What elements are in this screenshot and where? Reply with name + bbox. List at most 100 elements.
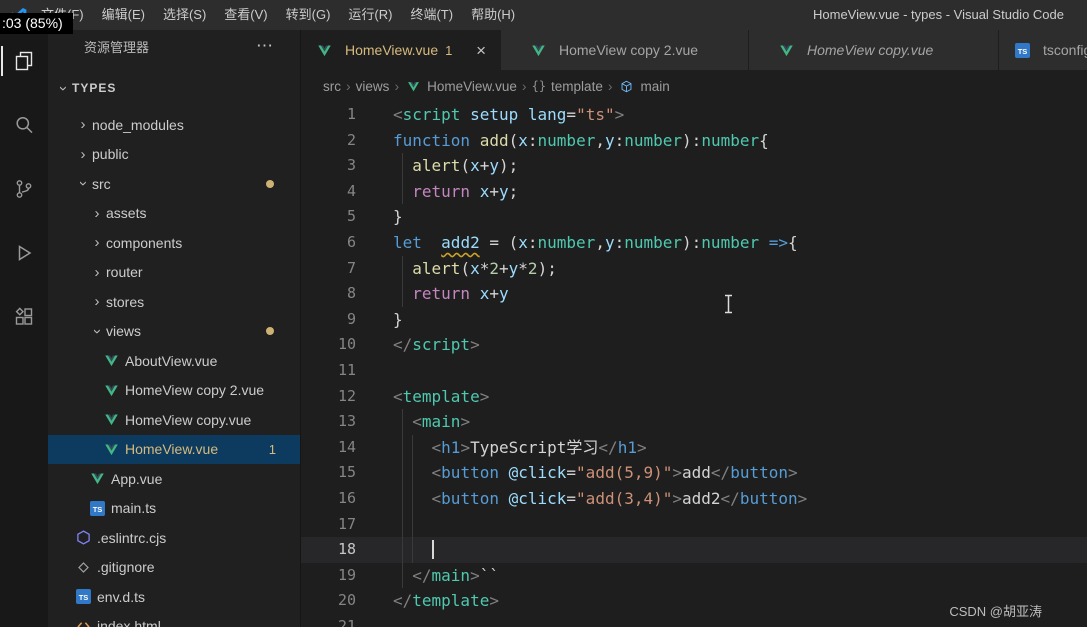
indent-guide xyxy=(402,255,403,307)
recording-timer-overlay: :03 (85%) xyxy=(0,13,73,34)
breadcrumb-separator: › xyxy=(521,78,527,94)
code-line-6[interactable]: 6 let add2 = (x:number,y:number):number =… xyxy=(301,230,1087,256)
code-line-14[interactable]: 14 <h1>TypeScript学习</h1> xyxy=(301,435,1087,461)
line-number: 5 xyxy=(346,207,356,226)
code-line-11[interactable]: 11 xyxy=(301,358,1087,384)
code-line-19[interactable]: 19 </main>`` xyxy=(301,563,1087,589)
code-lines: 1 <script setup lang="ts"> 2 function add(x… xyxy=(301,102,1087,627)
code-line-16[interactable]: 16 <button @click="add(3,4)">add2</butto… xyxy=(301,486,1087,512)
tree-item-views[interactable]: views xyxy=(48,317,300,347)
tree-item-label: stores xyxy=(106,293,145,310)
code-line-4[interactable]: 4 return x+y; xyxy=(301,179,1087,205)
line-number: 13 xyxy=(337,412,356,431)
tree-item-main.ts[interactable]: TS main.ts xyxy=(48,494,300,524)
tree-item-node_modules[interactable]: node_modules xyxy=(48,110,300,140)
search-icon[interactable] xyxy=(1,102,47,148)
mouse-cursor-ibeam xyxy=(723,294,734,319)
tree-item-router[interactable]: router xyxy=(48,258,300,288)
code-line-7[interactable]: 7 alert(x*2+y*2); xyxy=(301,256,1087,282)
tree-item-assets[interactable]: assets xyxy=(48,199,300,229)
breadcrumb-views[interactable]: views xyxy=(356,79,390,94)
section-label: TYPES xyxy=(72,81,117,95)
tab-HomeView copy 2.vue[interactable]: HomeView copy 2.vue xyxy=(501,30,749,70)
close-icon[interactable]: × xyxy=(476,42,486,59)
breadcrumb-template[interactable]: {} template xyxy=(532,79,603,94)
explorer-sidebar: 资源管理器 ⋯ TYPES node_modulespublic src asset… xyxy=(48,30,300,627)
breadcrumb-src[interactable]: src xyxy=(323,79,341,94)
menu-item-7[interactable]: 帮助(H) xyxy=(462,0,524,30)
code-line-8[interactable]: 8 return x+y xyxy=(301,281,1087,307)
menu-item-5[interactable]: 运行(R) xyxy=(339,0,401,30)
code-line-5[interactable]: 5} xyxy=(301,204,1087,230)
breadcrumb-separator: › xyxy=(607,78,613,94)
tab-bar: HomeView.vue 1 × HomeView copy 2.vue HomeVie… xyxy=(301,30,1087,70)
breadcrumb: src › views › HomeView.vue ›{} template › main xyxy=(301,70,1087,102)
tree-item-AboutView.vue[interactable]: AboutView.vue xyxy=(48,346,300,376)
text-caret xyxy=(431,540,434,560)
menu-item-1[interactable]: 编辑(E) xyxy=(93,0,154,30)
source-control-icon[interactable] xyxy=(1,166,47,212)
tree-item-public[interactable]: public xyxy=(48,140,300,170)
chevron-right-icon xyxy=(88,205,106,222)
tree-item-components[interactable]: components xyxy=(48,228,300,258)
code-line-18[interactable]: 18 xyxy=(301,537,1087,563)
code-line-3[interactable]: 3 alert(x+y); xyxy=(301,153,1087,179)
menu-item-2[interactable]: 选择(S) xyxy=(154,0,215,30)
tree-item-label: .eslintrc.cjs xyxy=(97,529,167,546)
tree-item-src[interactable]: src xyxy=(48,169,300,199)
line-number: 20 xyxy=(337,591,356,610)
tab-label: tsconfig.json xyxy=(1043,42,1087,58)
menu-item-3[interactable]: 查看(V) xyxy=(215,0,276,30)
code-line-13[interactable]: 13 <main> xyxy=(301,409,1087,435)
tab-HomeView.vue[interactable]: HomeView.vue 1 × xyxy=(301,30,501,70)
line-content xyxy=(356,537,434,563)
tree-item-App.vue[interactable]: App.vue xyxy=(48,464,300,494)
explorer-icon[interactable] xyxy=(1,38,47,84)
chevron-right-icon xyxy=(88,234,106,251)
code-editor[interactable]: 1 <script setup lang="ts"> 2 function add(x… xyxy=(301,102,1087,627)
menu-item-6[interactable]: 终端(T) xyxy=(401,0,462,30)
tree-item-index.html[interactable]: index.html xyxy=(48,612,300,627)
vue-icon xyxy=(404,78,422,94)
line-number: 11 xyxy=(337,360,356,379)
line-content: <main> xyxy=(412,412,471,432)
extensions-icon[interactable] xyxy=(1,294,47,340)
code-line-15[interactable]: 15 <button @click="add(5,9)">add</button… xyxy=(301,460,1087,486)
line-content xyxy=(356,358,393,384)
line-content: alert(x*2+y*2); xyxy=(412,258,557,278)
code-line-1[interactable]: 1 <script setup lang="ts"> xyxy=(301,102,1087,128)
menu-item-4[interactable]: 转到(G) xyxy=(277,0,340,30)
code-line-12[interactable]: 12 <template> xyxy=(301,384,1087,410)
code-line-17[interactable]: 17 xyxy=(301,512,1087,538)
vue-file-icon xyxy=(88,471,106,487)
chevron-down-icon xyxy=(54,80,72,97)
more-actions-icon[interactable]: ⋯ xyxy=(256,36,274,56)
chevron-right-icon xyxy=(88,293,106,310)
breadcrumb-label: template xyxy=(551,78,603,94)
tree-item-stores[interactable]: stores xyxy=(48,287,300,317)
tree-item-.eslintrc.cjs[interactable]: .eslintrc.cjs xyxy=(48,523,300,553)
tree-item-.gitignore[interactable]: .gitignore xyxy=(48,553,300,583)
tree-item-HomeView copy 2.vue[interactable]: HomeView copy 2.vue xyxy=(48,376,300,406)
line-number: 8 xyxy=(346,284,356,303)
tree-item-HomeView.vue[interactable]: HomeView.vue 1 xyxy=(48,434,300,464)
tree-item-HomeView copy.vue[interactable]: HomeView copy.vue xyxy=(48,405,300,435)
section-types[interactable]: TYPES xyxy=(48,76,300,100)
breadcrumb-main[interactable]: main xyxy=(618,78,670,94)
tab-problem-count: 1 xyxy=(445,42,453,58)
watermark: CSDN @胡亚涛 xyxy=(949,604,1042,619)
run-debug-icon[interactable] xyxy=(1,230,47,276)
tab-HomeView copy.vue[interactable]: HomeView copy.vue xyxy=(749,30,999,70)
chevron-right-icon xyxy=(74,146,92,163)
tree-item-env.d.ts[interactable]: TS env.d.ts xyxy=(48,582,300,612)
code-line-10[interactable]: 10 </script> xyxy=(301,332,1087,358)
code-line-2[interactable]: 2 function add(x:number,y:number):number{ xyxy=(301,128,1087,154)
tab-label: HomeView copy 2.vue xyxy=(559,42,699,58)
line-content: </script> xyxy=(393,335,480,355)
eslint-file-icon xyxy=(74,530,92,546)
vue-file-icon xyxy=(102,412,120,428)
code-line-9[interactable]: 9} xyxy=(301,307,1087,333)
breadcrumb-HomeView.vue[interactable]: HomeView.vue xyxy=(404,78,517,94)
breadcrumb-label: views xyxy=(355,78,390,94)
tab-tsconfig.json[interactable]: TS tsconfig.json xyxy=(999,30,1087,70)
